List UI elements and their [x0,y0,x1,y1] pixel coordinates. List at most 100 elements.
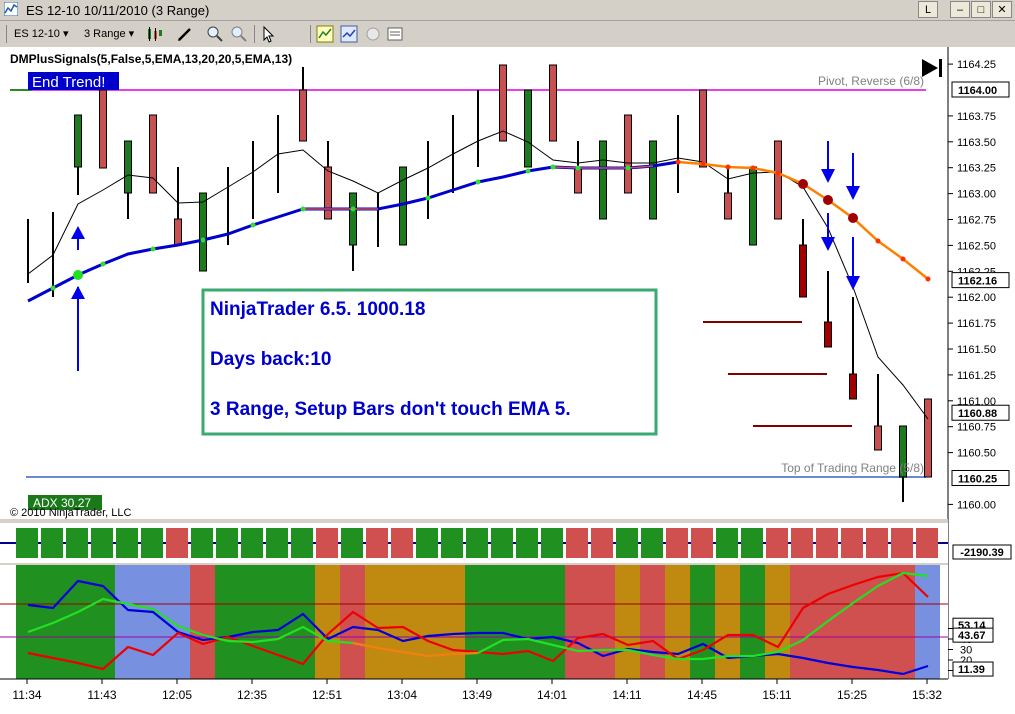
ema-dot [575,165,581,171]
ema-dot [250,222,256,228]
ema-dot [925,276,931,282]
signal-boxes [16,528,938,558]
chevron-down-icon: ▾ [62,28,69,40]
price-bar-body [174,218,182,246]
trading-range-label: Top of Trading Range (5/8) [781,461,924,475]
signal-box [166,528,188,558]
price-tick-label: 1160.75 [957,422,996,434]
ema-dot [50,285,56,291]
panel-splitter[interactable] [0,519,948,523]
signal-box [791,528,813,558]
price-marker-label: 1162.16 [958,276,997,288]
price-tick-label: 1160.50 [957,448,996,460]
draw-pencil-icon[interactable] [176,25,194,43]
price-bar-body [824,321,832,348]
price-bar-body [699,89,707,168]
minimize-button[interactable]: – [950,1,970,18]
signal-box [16,528,38,558]
price-tick-label: 1163.50 [957,137,996,149]
maximize-button[interactable]: □ [971,1,991,18]
oscillator-region [190,565,215,679]
signal-box [891,528,913,558]
price-bar-body [524,89,532,168]
price-tick-label: 1163.75 [957,111,996,123]
time-tick-label: 11:43 [87,688,116,702]
indicators-icon[interactable] [316,25,334,43]
signal-box [916,528,938,558]
signal-box [291,528,313,558]
price-tick-label: 1161.50 [957,344,996,356]
sell-signal-dot [848,213,858,223]
osc-marker-label: 11.39 [958,664,985,676]
period-selector[interactable]: 3 Range ▾ [84,25,140,43]
signal-box [591,528,613,558]
time-tick-label: 14:01 [537,688,567,702]
info-line-2: Days back:10 [210,349,331,370]
price-tick-label: 1162.75 [957,215,996,227]
price-bar-body [74,114,82,168]
close-button[interactable]: ✕ [992,1,1012,18]
instrument-label: ES 12-10 [14,28,60,40]
time-tick-label: 14:45 [687,688,717,702]
signal-box [491,528,513,558]
price-bar-body [99,89,107,169]
info-line-1: NinjaTrader 6.5. 1000.18 [210,299,425,320]
signal-box [716,528,738,558]
oscillator-region [465,565,565,679]
price-tick-label: 1162.00 [957,292,996,304]
oscillator-region [790,565,915,679]
signal-box [691,528,713,558]
zoom-out-icon[interactable] [230,25,248,43]
title-bar: ES 12-10 10/11/2010 (3 Range) L – □ ✕ [0,0,1015,21]
time-tick-label: 11:34 [12,688,41,702]
price-tick-label: 1161.25 [957,370,996,382]
price-tick-label: 1163.00 [957,189,996,201]
instrument-selector[interactable]: ES 12-10 ▾ [14,25,78,43]
oscillator-region [115,565,190,679]
data-box-icon[interactable] [364,25,382,43]
oscillator-region [690,565,715,679]
period-label: 3 Range [84,28,126,40]
time-tick-label: 13:49 [462,688,492,702]
properties-icon[interactable] [386,25,404,43]
price-bar-body [324,166,332,220]
strategies-icon[interactable] [340,25,358,43]
signal-box [641,528,663,558]
end-trend-label: End Trend! [32,74,105,91]
price-marker-label: 1164.00 [958,85,997,97]
toolbar-separator [310,25,311,43]
bar-style-icon[interactable] [146,25,164,43]
cursor-icon[interactable] [260,25,278,43]
chart-area[interactable]: 1164.25 1163.75 1163.50 1163.25 1163.00 1162.… [0,47,1015,714]
oscillator-region [16,565,115,679]
price-bar-body [599,140,607,220]
ema-dot [550,164,556,170]
price-bar-body [124,140,132,194]
price-marker-label: 1160.25 [958,474,997,486]
panel-splitter[interactable] [0,563,948,565]
oscillator-region [340,565,365,679]
ema-dot [775,170,781,176]
time-tick-label: 13:04 [387,688,417,702]
ema-dot [425,195,431,201]
zoom-in-icon[interactable] [206,25,224,43]
app-icon [4,2,18,16]
oscillator-region [915,565,940,679]
indicator-label: DMPlusSignals(5,False,5,EMA,13,20,20,5,E… [10,52,292,66]
info-line-3: 3 Range, Setup Bars don't touch EMA 5. [210,399,571,420]
price-bar-body [349,192,357,246]
price-bar-body [549,64,557,142]
signal-box [316,528,338,558]
signal-box [66,528,88,558]
signal-box [116,528,138,558]
price-bar-body [874,425,882,451]
oscillator-region [615,565,640,679]
time-tick-label: 15:32 [912,688,942,702]
price-bar-body [774,140,782,220]
price-bar-body [649,140,657,220]
link-button[interactable]: L [918,1,938,18]
time-tick-label: 12:35 [237,688,267,702]
time-tick-label: 12:51 [312,688,342,702]
signal-value-label: -2190.39 [960,547,1003,559]
ema-dot [625,165,631,171]
